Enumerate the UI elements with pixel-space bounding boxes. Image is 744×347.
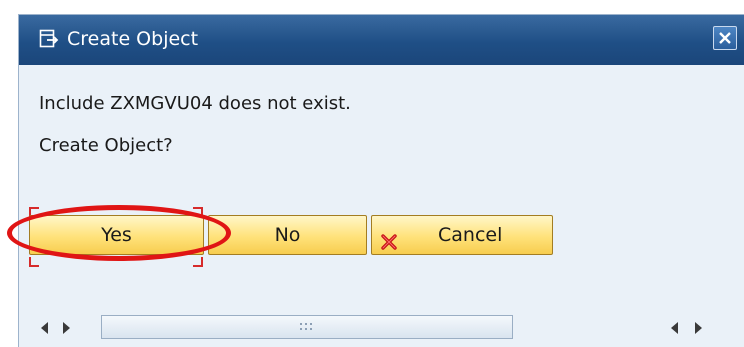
scroll-left-arrow-icon[interactable] (671, 322, 678, 334)
horizontal-scrollbar[interactable] (19, 315, 744, 341)
focus-corner (193, 257, 203, 267)
scroll-right-arrow-icon[interactable] (63, 322, 70, 334)
cancel-button-label: Cancel (438, 224, 503, 246)
dialog-titlebar: Create Object (19, 15, 744, 65)
message-line-1: Include ZXMGVU04 does not exist. (39, 93, 351, 114)
close-button[interactable] (713, 26, 737, 50)
yes-button-label: Yes (101, 224, 132, 246)
close-icon (719, 32, 731, 44)
dialog-title: Create Object (67, 28, 199, 50)
yes-button[interactable]: Yes (29, 215, 204, 255)
grip-icon (300, 323, 312, 330)
scroll-left-arrow-icon[interactable] (41, 322, 48, 334)
focus-corner (29, 257, 39, 267)
cancel-button[interactable]: Cancel (371, 215, 553, 255)
scroll-right-arrow-icon[interactable] (695, 322, 702, 334)
create-object-dialog: Create Object Include ZXMGVU04 does not … (7, 14, 744, 347)
create-object-icon (39, 29, 59, 49)
red-x-icon (380, 226, 398, 250)
scrollbar-thumb[interactable] (101, 315, 513, 339)
no-button[interactable]: No (208, 215, 367, 255)
no-button-label: No (274, 224, 301, 246)
message-line-2: Create Object? (39, 135, 173, 156)
